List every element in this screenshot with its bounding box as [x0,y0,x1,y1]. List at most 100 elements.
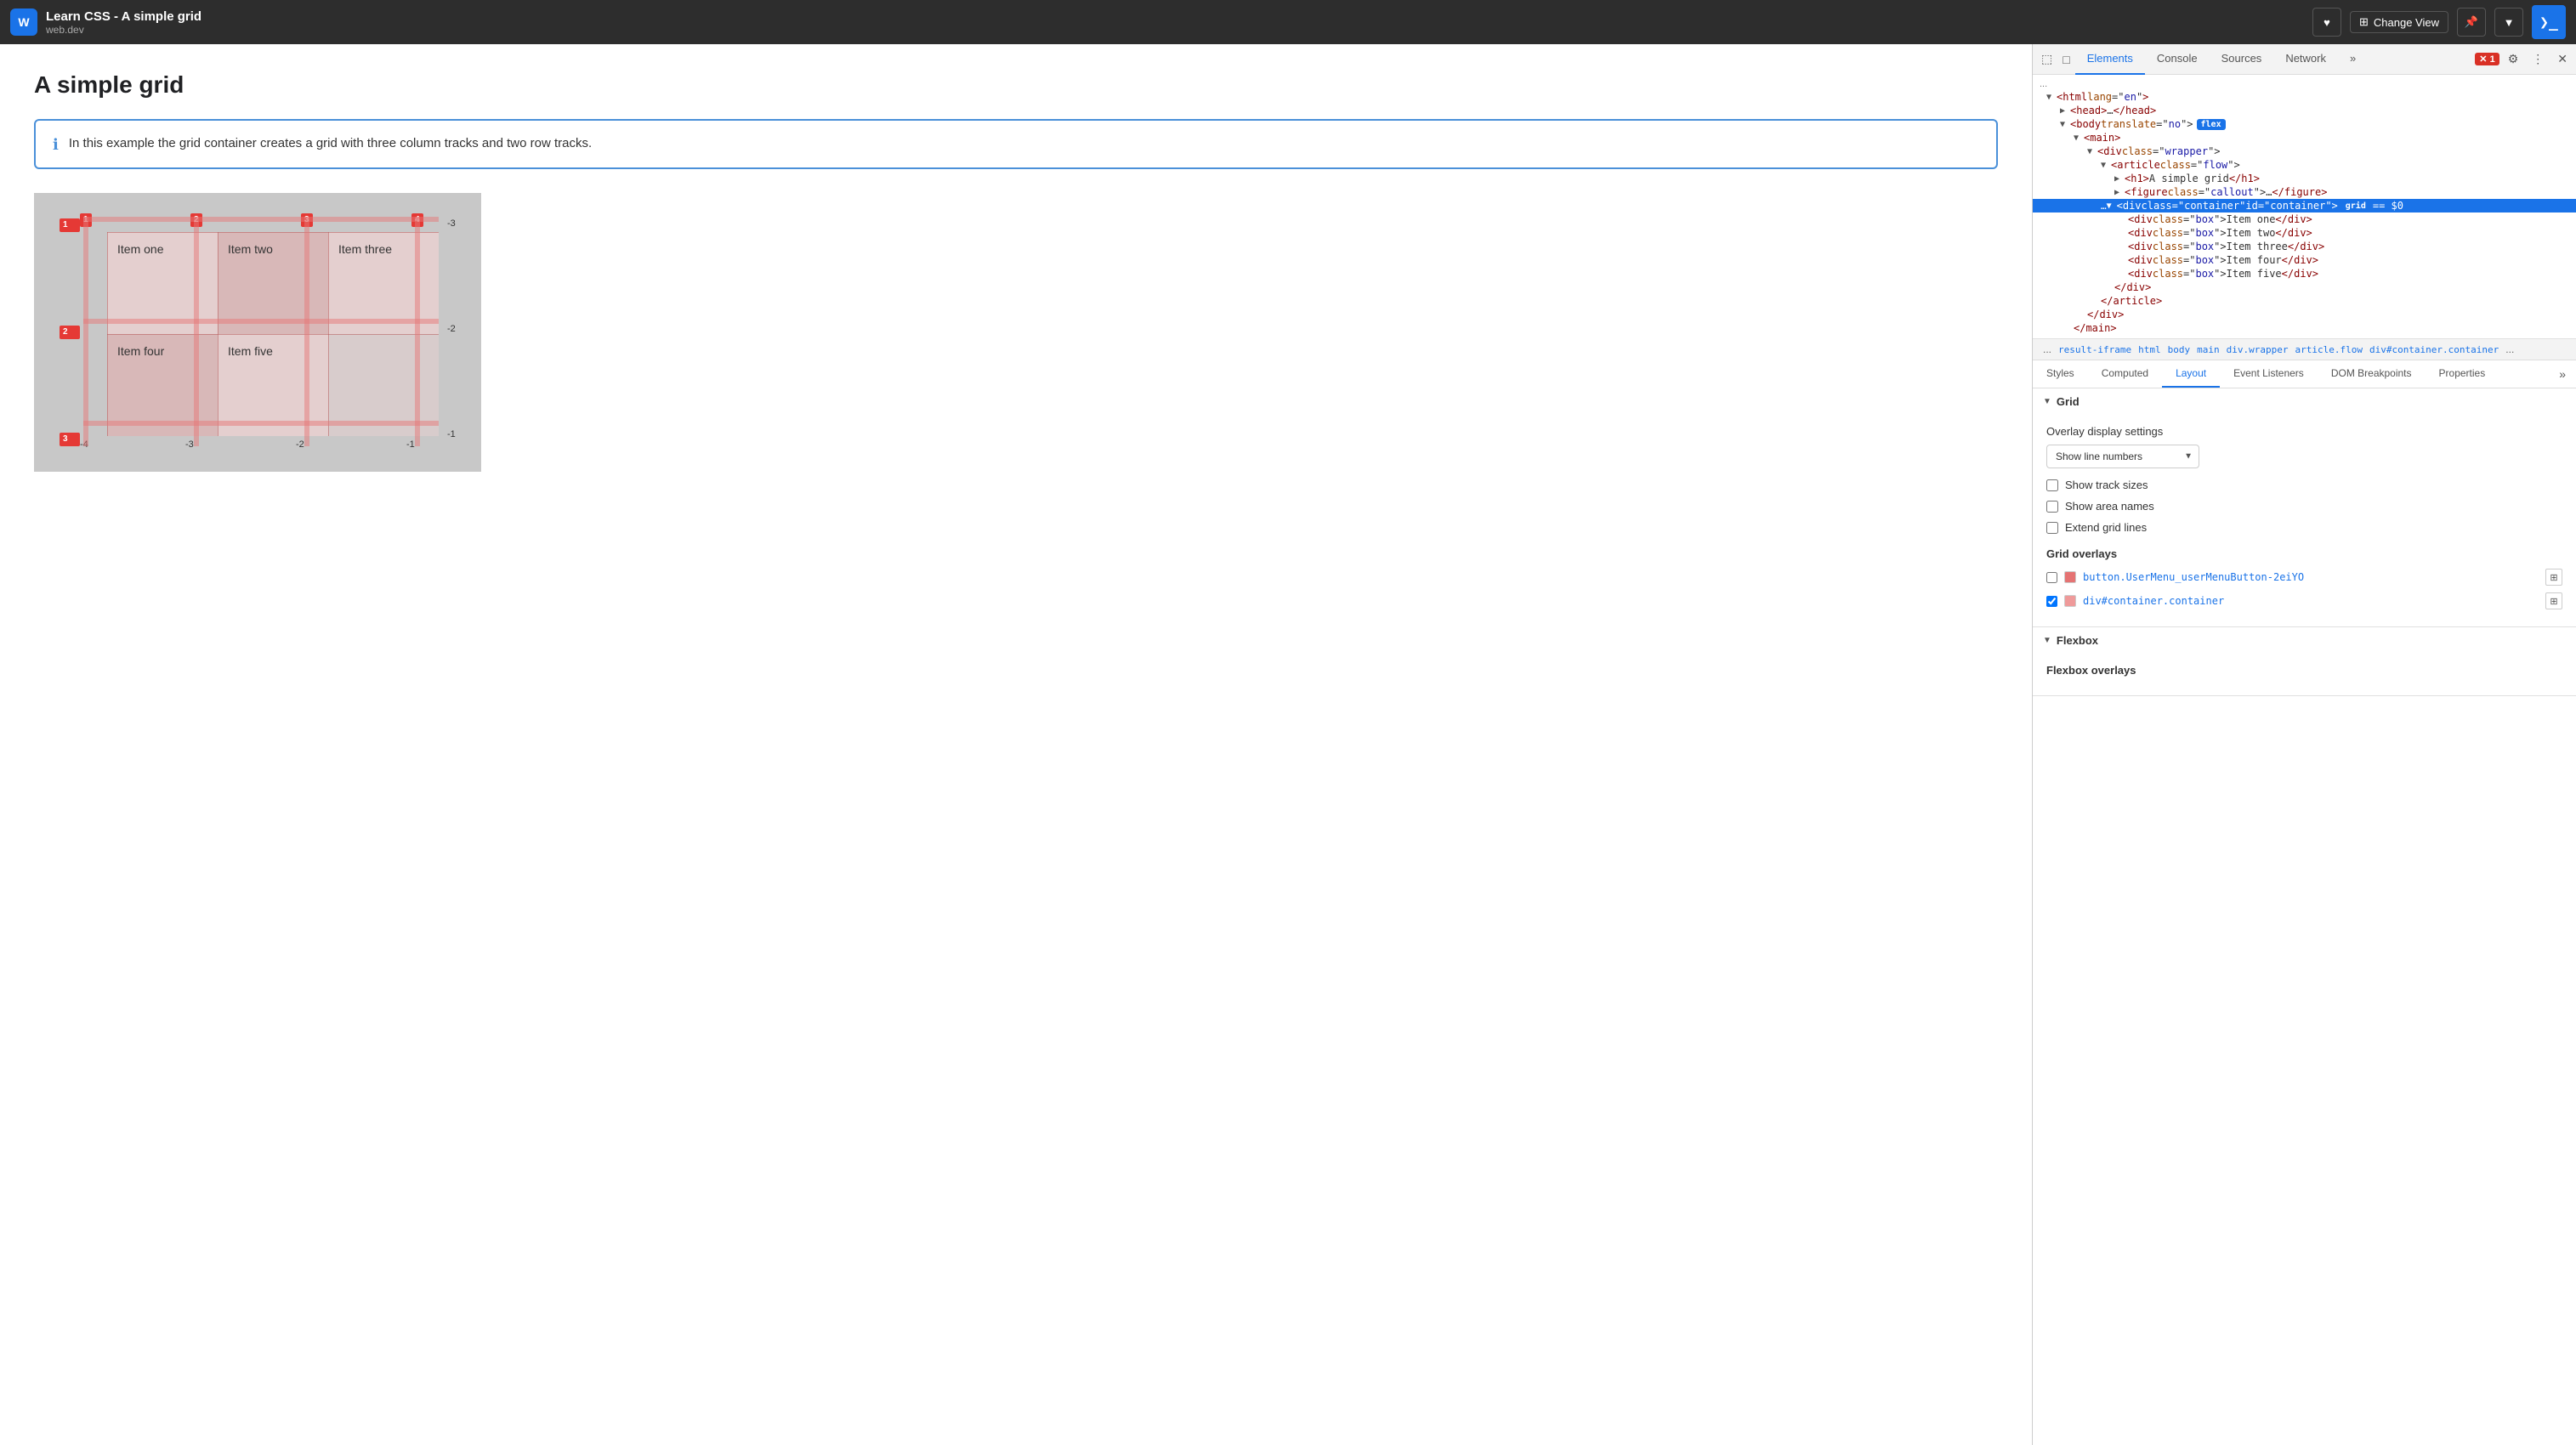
breadcrumb-container[interactable]: div#container.container [2366,343,2502,356]
row-neg-1: -1 [447,429,456,439]
page-title-block: Learn CSS - A simple grid web.dev [46,9,2304,36]
overlay-select-wrapper: Show line numbers Hide line numbers Show… [2046,445,2199,468]
settings-button[interactable]: ⚙ [2503,48,2524,70]
grid-line-v-2 [194,217,199,446]
grid-line-v-1 [83,217,88,446]
flexbox-section-label: Flexbox [2057,634,2098,647]
subtab-dom-breakpoints[interactable]: DOM Breakpoints [2318,360,2426,388]
dom-line-box5[interactable]: <div class="box"> Item five </div> [2033,267,2576,280]
tab-elements[interactable]: Elements [2075,44,2145,75]
dom-toggle-body[interactable]: ▼ [2060,120,2070,129]
change-view-button[interactable]: ⊞ Change View [2350,11,2448,33]
breadcrumb-bar: ... result-iframe html body main div.wra… [2033,339,2576,360]
tab-sources[interactable]: Sources [2210,44,2274,75]
heart-icon: ♥ [2324,16,2330,29]
breadcrumb-html[interactable]: html [2135,343,2165,356]
extend-grid-lines-checkbox[interactable] [2046,522,2058,534]
dom-line-container[interactable]: … ▼ <div class="container" id="container… [2033,199,2576,212]
dom-line-box1[interactable]: <div class="box"> Item one </div> [2033,212,2576,226]
overlay-color-swatch-2[interactable] [2064,595,2076,607]
row-num-2: 2 [60,326,80,339]
dom-line-close-wrapper-div[interactable]: </div> [2033,308,2576,321]
dom-line-box4[interactable]: <div class="box"> Item four </div> [2033,253,2576,267]
overlay-display-select[interactable]: Show line numbers Hide line numbers Show… [2046,445,2199,468]
dom-line-body[interactable]: ▼ <body translate="no"> flex [2033,117,2576,131]
css-grid: Item one Item two Item three Item four I… [107,232,439,436]
close-devtools-button[interactable]: ✕ [2552,48,2573,70]
dom-toggle-figure[interactable]: ▶ [2114,188,2125,197]
overlay-item-1: button.UserMenu_userMenuButton-2eiYO ⊞ [2046,569,2562,586]
grid-demo-area: 1 2 3 4 1 2 3 [34,193,425,472]
layout-panel: ▼ Grid Overlay display settings Show lin… [2033,388,2576,1445]
grid-section-header[interactable]: ▼ Grid [2033,388,2576,415]
grid-section-toggle: ▼ [2043,397,2051,406]
pin-button[interactable]: 📌 [2457,8,2486,37]
dom-line-h1[interactable]: ▶ <h1> A simple grid </h1> [2033,172,2576,185]
inspect-element-button[interactable]: ⬚ [2036,48,2057,70]
dropdown-button[interactable]: ▼ [2494,8,2523,37]
dom-toggle-container[interactable]: ▼ [2107,201,2117,211]
dom-line-figure[interactable]: ▶ <figure class="callout"> … </figure> [2033,185,2576,199]
overlay-checkbox-1[interactable] [2046,572,2057,583]
terminal-icon: ❯_ [2539,14,2558,31]
overlay-checkbox-2[interactable] [2046,596,2057,607]
breadcrumb-body[interactable]: body [2165,343,2194,356]
breadcrumb-main[interactable]: main [2193,343,2223,356]
dom-line-close-main[interactable]: </main> [2033,321,2576,335]
subtab-properties[interactable]: Properties [2426,360,2499,388]
breadcrumb-dots[interactable]: ... [2040,343,2055,356]
dom-line-close-div[interactable]: </div> [2033,280,2576,294]
show-area-names-checkbox[interactable] [2046,501,2058,513]
more-options-button[interactable]: ⋮ [2527,48,2549,70]
grid-overlays-section: Grid overlays button.UserMenu_userMenuBu… [2046,547,2562,609]
subtab-layout[interactable]: Layout [2162,360,2220,388]
dom-toggle-wrapper[interactable]: ▼ [2087,147,2097,156]
dom-line-box2[interactable]: <div class="box"> Item two </div> [2033,226,2576,240]
dom-toggle-head[interactable]: ▶ [2060,106,2070,116]
overlay-name-2: div#container.container [2083,595,2539,607]
dom-toggle-h1[interactable]: ▶ [2114,174,2125,184]
tab-more[interactable]: » [2338,44,2368,75]
breadcrumb-div-wrapper[interactable]: div.wrapper [2223,343,2292,356]
row-numbers-left: 1 2 3 [60,217,80,446]
dom-line-head[interactable]: ▶ <head> … </head> [2033,104,2576,117]
device-icon: □ [2063,53,2069,66]
extend-grid-lines-label: Extend grid lines [2065,521,2147,534]
breadcrumb-dots-end[interactable]: ... [2502,343,2517,356]
bookmark-button[interactable]: ♥ [2312,8,2341,37]
subtab-event-listeners[interactable]: Event Listeners [2220,360,2318,388]
row-numbers-right: -3 -2 -1 [447,217,456,446]
overlay-name-1: button.UserMenu_userMenuButton-2eiYO [2083,571,2539,583]
dom-toggle-html[interactable]: ▼ [2046,93,2057,102]
dom-toggle-main[interactable]: ▼ [2074,133,2084,143]
info-text: In this example the grid container creat… [69,134,592,154]
terminal-button[interactable]: ❯_ [2532,5,2566,39]
dom-tree[interactable]: ... ▼ <html lang="en" > ▶ <head> … </hea… [2033,75,2576,339]
flexbox-section: ▼ Flexbox Flexbox overlays [2033,627,2576,696]
tab-console[interactable]: Console [2145,44,2210,75]
dom-toggle-article[interactable]: ▼ [2101,161,2111,170]
overlay-grid-icon-1[interactable]: ⊞ [2545,569,2562,586]
overlay-grid-icon-2[interactable]: ⊞ [2545,592,2562,609]
overlay-color-swatch-1[interactable] [2064,571,2076,583]
grid-line-h-2 [83,319,439,324]
device-toggle-button[interactable]: □ [2057,49,2074,70]
dom-line-close-article[interactable]: </article> [2033,294,2576,308]
inspect-icon: ⬚ [2041,52,2052,66]
subtab-computed[interactable]: Computed [2088,360,2162,388]
dom-line-article[interactable]: ▼ <article class="flow"> [2033,158,2576,172]
dom-line-box3[interactable]: <div class="box"> Item three </div> [2033,240,2576,253]
dom-line-html[interactable]: ▼ <html lang="en" > [2033,90,2576,104]
show-track-sizes-checkbox[interactable] [2046,479,2058,491]
dom-line-wrapper[interactable]: ▼ <div class="wrapper"> [2033,144,2576,158]
tab-network[interactable]: Network [2273,44,2338,75]
breadcrumb-result-iframe[interactable]: result-iframe [2055,343,2135,356]
top-bar: W Learn CSS - A simple grid web.dev ♥ ⊞ … [0,0,2576,44]
dom-line-main[interactable]: ▼ <main> [2033,131,2576,144]
breadcrumb-article-flow[interactable]: article.flow [2291,343,2365,356]
dom-dots-top[interactable]: ... [2033,78,2576,90]
subtab-more[interactable]: » [2549,360,2576,388]
subtab-styles[interactable]: Styles [2033,360,2088,388]
grid-section-label: Grid [2057,395,2080,408]
flexbox-section-header[interactable]: ▼ Flexbox [2033,627,2576,654]
